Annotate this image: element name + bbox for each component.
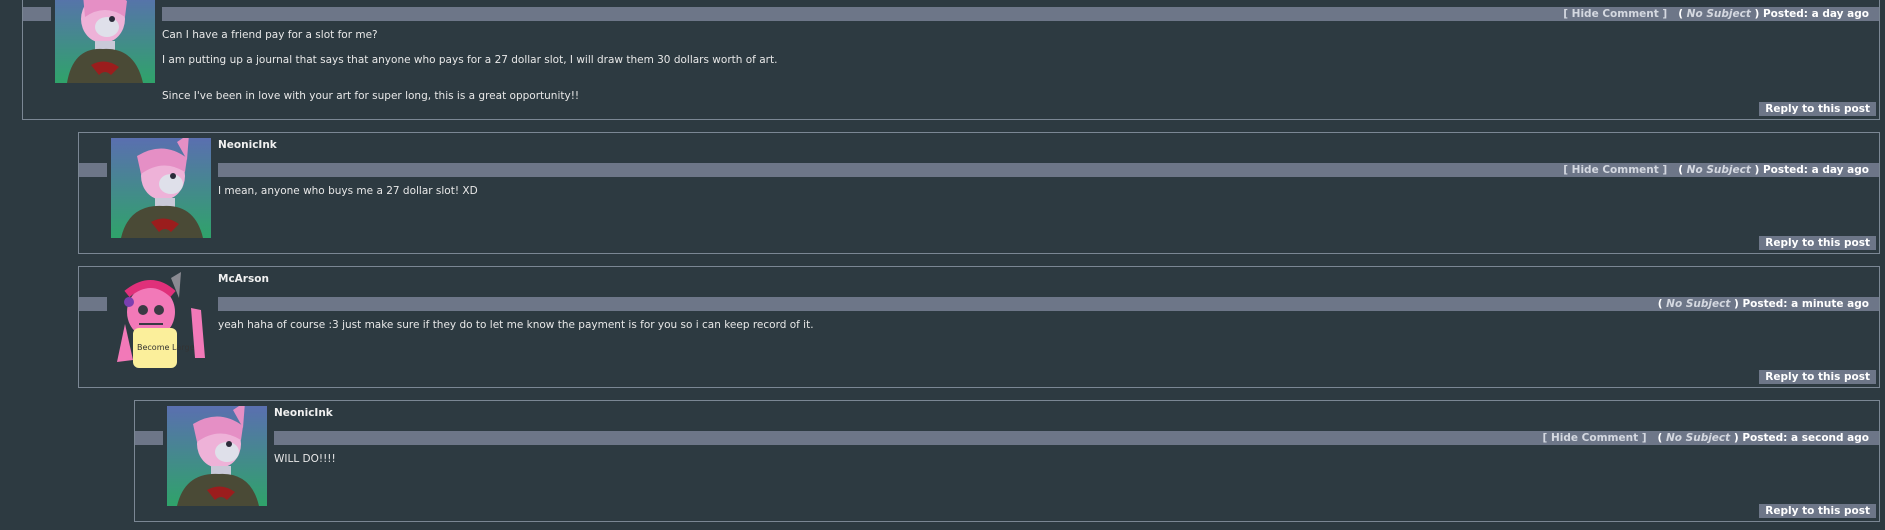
header-stub <box>79 163 107 177</box>
comment-body: yeah haha of course :3 just make sure if… <box>218 319 1859 344</box>
comment-paragraph: I mean, anyone who buys me a 27 dollar s… <box>218 185 478 197</box>
subject-open: ( <box>1678 164 1684 176</box>
subject-open: ( <box>1678 8 1684 20</box>
reply-button[interactable]: Reply to this post <box>1759 504 1876 518</box>
header-stub <box>23 7 51 21</box>
posted-time: Posted: a day ago <box>1762 8 1869 20</box>
subject-link[interactable]: No Subject <box>1666 432 1730 444</box>
reply-button[interactable]: Reply to this post <box>1759 370 1876 384</box>
subject-link[interactable]: No Subject <box>1666 298 1730 310</box>
header-stub <box>135 431 163 445</box>
subject-open: ( <box>1657 298 1663 310</box>
hide-comment-link[interactable]: [ Hide Comment ] <box>1563 8 1667 20</box>
reply-button[interactable]: Reply to this post <box>1759 236 1876 250</box>
avatar[interactable] <box>55 0 155 83</box>
comment-header-bar: ( No Subject ) Posted: a minute ago <box>218 297 1879 311</box>
comment-paragraph: Since I've been in love with your art fo… <box>162 90 580 102</box>
comment-paragraph: yeah haha of course :3 just make sure if… <box>218 319 814 331</box>
reply-button[interactable]: Reply to this post <box>1759 102 1876 116</box>
comment-body: I mean, anyone who buys me a 27 dollar s… <box>218 185 1859 210</box>
comment-header-bar: [ Hide Comment ] ( No Subject ) Posted: … <box>274 431 1879 445</box>
header-stub <box>79 297 107 311</box>
avatar[interactable] <box>167 406 267 506</box>
comment-paragraph: Can I have a friend pay for a slot for m… <box>162 29 378 41</box>
comment: NeonicInk [ Hide Comment ] ( No Subject … <box>78 132 1880 254</box>
hide-comment-link[interactable]: [ Hide Comment ] <box>1543 432 1647 444</box>
comment-body: Can I have a friend pay for a slot for m… <box>162 29 1859 115</box>
subject-link[interactable]: No Subject <box>1687 164 1751 176</box>
posted-time: Posted: a day ago <box>1762 164 1869 176</box>
avatar-text: Become Large <box>137 343 195 352</box>
subject-close: ) <box>1733 432 1739 444</box>
comment-body: WILL DO!!!! <box>274 453 1859 478</box>
posted-time: Posted: a second ago <box>1742 432 1869 444</box>
hide-comment-link[interactable]: [ Hide Comment ] <box>1563 164 1667 176</box>
comment: Become Large McArson ( No Subject ) Post… <box>78 266 1880 388</box>
username[interactable]: NeonicInk <box>218 139 277 151</box>
username[interactable]: NeonicInk <box>274 407 333 419</box>
comment: NeonicInk [ Hide Comment ] ( No Subject … <box>134 400 1880 522</box>
subject-link[interactable]: No Subject <box>1687 8 1751 20</box>
avatar[interactable]: Become Large <box>111 272 211 372</box>
comment-header-bar: [ Hide Comment ] ( No Subject ) Posted: … <box>218 163 1879 177</box>
avatar[interactable] <box>111 138 211 238</box>
subject-close: ) <box>1754 164 1760 176</box>
posted-time: Posted: a minute ago <box>1742 298 1869 310</box>
comment-paragraph: WILL DO!!!! <box>274 453 336 465</box>
subject-close: ) <box>1754 8 1760 20</box>
comment-header-bar: [ Hide Comment ] ( No Subject ) Posted: … <box>162 7 1879 21</box>
comment: [ Hide Comment ] ( No Subject ) Posted: … <box>22 0 1880 120</box>
comment-paragraph: I am putting up a journal that says that… <box>162 54 778 66</box>
subject-open: ( <box>1657 432 1663 444</box>
username[interactable]: McArson <box>218 273 269 285</box>
subject-close: ) <box>1734 298 1739 310</box>
